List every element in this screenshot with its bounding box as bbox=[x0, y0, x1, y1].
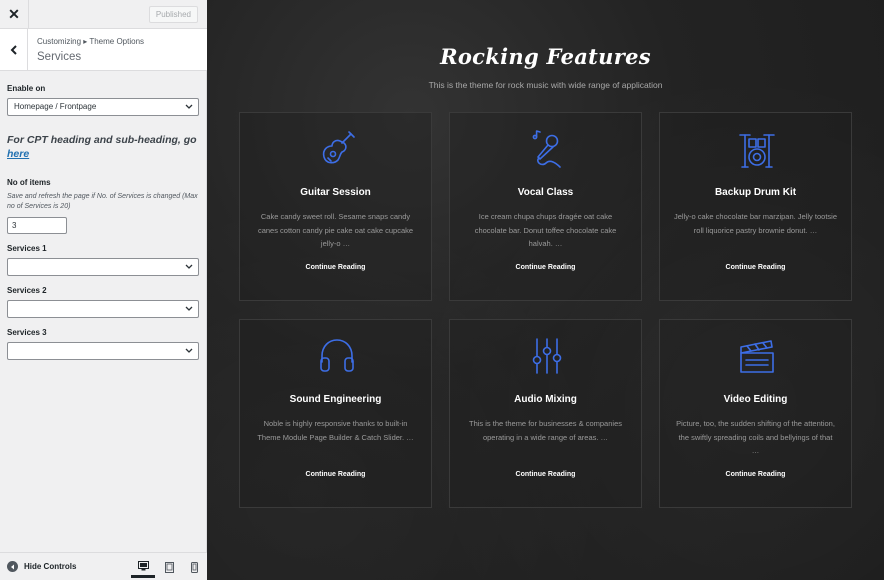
service-excerpt: Noble is highly responsive thanks to bui… bbox=[257, 419, 414, 442]
service-excerpt: Jelly-o cake chocolate bar marzipan. Jel… bbox=[674, 212, 837, 235]
collapse-arrow-icon bbox=[7, 561, 18, 572]
service-card: Guitar Session Cake candy sweet roll. Se… bbox=[239, 112, 432, 301]
service-excerpt: Cake candy sweet roll. Sesame snaps cand… bbox=[257, 212, 414, 248]
services-1-select[interactable] bbox=[7, 258, 199, 276]
section-heading: Rocking Features bbox=[440, 44, 651, 69]
num-items-description: Save and refresh the page if No. of Serv… bbox=[7, 193, 198, 210]
service-excerpt: Picture, too, the sudden shifting of the… bbox=[676, 419, 835, 455]
continue-reading-link[interactable]: Continue Reading bbox=[660, 264, 851, 271]
continue-reading-link[interactable]: Continue Reading bbox=[240, 264, 431, 271]
back-button[interactable] bbox=[0, 29, 28, 70]
microphone-icon bbox=[532, 130, 561, 168]
cpt-note: For CPT heading and sub-heading, go bbox=[7, 134, 197, 146]
services-3-label: Services 3 bbox=[7, 328, 47, 337]
tablet-preview-button[interactable] bbox=[157, 556, 181, 578]
hide-controls-label: Hide Controls bbox=[24, 562, 77, 571]
services-1-label: Services 1 bbox=[7, 244, 47, 253]
service-title: Vocal Class bbox=[517, 187, 574, 198]
service-title: Backup Drum Kit bbox=[714, 187, 797, 198]
service-card: Video Editing Picture, too, the sudden s… bbox=[659, 319, 852, 508]
published-button[interactable]: Published bbox=[148, 6, 198, 23]
desktop-preview-button[interactable] bbox=[131, 556, 155, 578]
enable-on-select[interactable]: Homepage / Frontpage bbox=[7, 98, 199, 116]
breadcrumb: Customizing ▸ Theme Options bbox=[37, 37, 145, 46]
services-2-label: Services 2 bbox=[7, 286, 47, 295]
services-3-select[interactable] bbox=[7, 342, 199, 360]
clapperboard-icon bbox=[740, 340, 774, 373]
service-title: Video Editing bbox=[723, 394, 788, 405]
desktop-icon bbox=[137, 560, 149, 570]
section-header: Customizing ▸ Theme Options Services bbox=[0, 29, 207, 71]
chevron-down-icon bbox=[185, 104, 193, 109]
num-items-label: No of items bbox=[7, 178, 51, 187]
service-title: Sound Engineering bbox=[289, 394, 382, 405]
hide-controls-button[interactable]: Hide Controls bbox=[7, 561, 76, 572]
customizer-header: ✕ Published bbox=[0, 0, 207, 29]
continue-reading-link[interactable]: Continue Reading bbox=[660, 471, 851, 478]
mixer-sliders-icon bbox=[532, 338, 562, 374]
service-card: Sound Engineering Noble is highly respon… bbox=[239, 319, 432, 508]
customizer-sidebar: ✕ Published Customizing ▸ Theme Options … bbox=[0, 0, 207, 580]
cpt-here-link[interactable]: here bbox=[7, 148, 29, 160]
site-preview: Rocking Features This is the theme for r… bbox=[207, 0, 884, 580]
close-icon: ✕ bbox=[8, 6, 20, 22]
num-items-input[interactable]: 3 bbox=[7, 217, 67, 234]
tablet-icon bbox=[164, 561, 174, 573]
chevron-down-icon bbox=[185, 348, 193, 353]
enable-on-value: Homepage / Frontpage bbox=[14, 102, 97, 111]
chevron-down-icon bbox=[185, 306, 193, 311]
service-card: Vocal Class Ice cream chupa chups dragée… bbox=[449, 112, 642, 301]
section-subheading: This is the theme for rock music with wi… bbox=[428, 80, 663, 90]
service-card: Audio Mixing This is the theme for busin… bbox=[449, 319, 642, 508]
continue-reading-link[interactable]: Continue Reading bbox=[450, 264, 641, 271]
headphones-icon bbox=[320, 339, 354, 372]
services-2-select[interactable] bbox=[7, 300, 199, 318]
mobile-icon bbox=[190, 561, 198, 573]
service-card: Backup Drum Kit Jelly-o cake chocolate b… bbox=[659, 112, 852, 301]
guitar-icon bbox=[322, 131, 355, 164]
customizer-footer: Hide Controls bbox=[0, 552, 207, 580]
service-excerpt: Ice cream chupa chups dragée oat cake ch… bbox=[474, 212, 617, 248]
continue-reading-link[interactable]: Continue Reading bbox=[450, 471, 641, 478]
service-title: Audio Mixing bbox=[514, 394, 577, 405]
drum-kit-icon bbox=[739, 134, 775, 168]
close-customizer-button[interactable]: ✕ bbox=[0, 0, 29, 29]
mobile-preview-button[interactable] bbox=[182, 556, 206, 578]
chevron-down-icon bbox=[185, 264, 193, 269]
section-title: Services bbox=[37, 51, 82, 63]
service-excerpt: This is the theme for businesses & compa… bbox=[469, 419, 622, 442]
enable-on-label: Enable on bbox=[7, 84, 46, 93]
chevron-left-icon bbox=[10, 44, 17, 55]
continue-reading-link[interactable]: Continue Reading bbox=[240, 471, 431, 478]
service-title: Guitar Session bbox=[300, 187, 371, 198]
